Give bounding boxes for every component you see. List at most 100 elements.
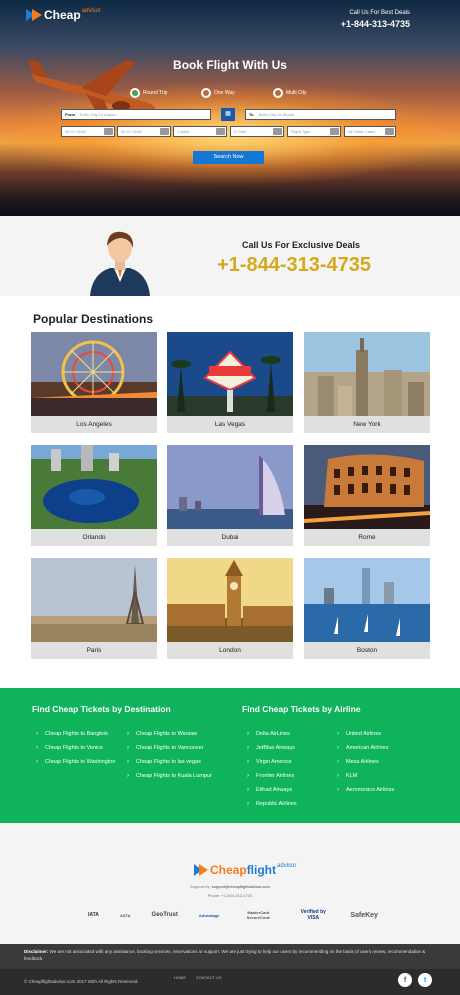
to-field[interactable]: To Enter City Or Airport — [245, 109, 396, 120]
airline-link[interactable]: Virgin America — [247, 758, 327, 767]
footer-link-contact[interactable]: CONTACT US — [196, 975, 222, 980]
iata-badge: IATA — [88, 912, 99, 918]
new-york-image — [304, 332, 430, 416]
flight-type-select[interactable]: Flight Type — [287, 126, 341, 137]
calendar-icon[interactable] — [104, 128, 113, 135]
return-date: 30-07-2018 — [121, 129, 142, 134]
airline-link[interactable]: Republic Airlines — [247, 800, 327, 809]
destination-card-london[interactable]: London — [167, 558, 293, 659]
support-line: Support by: support@cheapflightadvisor.c… — [0, 884, 460, 889]
trip-round[interactable]: Round Trip — [130, 88, 167, 98]
dest-links-col2: Cheap Flights to Warsaw Cheap Flights to… — [127, 730, 222, 786]
destination-card-rome[interactable]: Rome — [304, 445, 430, 546]
dest-link[interactable]: Cheap Flights to Kuala Lumpur — [127, 772, 222, 781]
las-vegas-image — [167, 332, 293, 416]
return-date-field[interactable]: 30-07-2018 — [117, 126, 171, 137]
deals-phone[interactable]: +1-844-313-4735 — [217, 254, 371, 277]
cabin-select[interactable]: All Class-Cabin — [344, 126, 396, 137]
airline-link[interactable]: Mesa Airlines — [337, 758, 432, 767]
airline-links-col2: United Airlines American Airlines Mesa A… — [337, 730, 432, 800]
chevron-down-icon[interactable] — [273, 128, 282, 135]
chevron-down-icon[interactable] — [330, 128, 339, 135]
destination-card-orlando[interactable]: Orlando — [31, 445, 157, 546]
footer-logo-subtext: advisor — [277, 863, 297, 869]
airline-link[interactable]: United Airlines — [337, 730, 432, 739]
footer-link-home[interactable]: HOME — [174, 975, 186, 980]
airline-link[interactable]: Etihad Airways — [247, 786, 327, 795]
trip-oneway[interactable]: One Way — [201, 88, 235, 98]
airline-link[interactable]: Aeromexico Airlines — [337, 786, 432, 795]
header-call-block: Call Us For Best Deals +1-844-313-4735 — [341, 10, 410, 29]
destination-name: Dubai — [167, 529, 293, 546]
orlando-image — [31, 445, 157, 529]
facebook-icon[interactable]: f — [398, 973, 412, 987]
calendar-icon[interactable]: ▦ — [221, 108, 235, 121]
search-title: Book Flight With Us — [173, 58, 287, 72]
asta-badge: ASTA — [119, 912, 131, 918]
airline-link[interactable]: JetBlue Airways — [247, 744, 327, 753]
depart-date: 26-07-2018 — [65, 129, 86, 134]
dest-link[interactable]: Cheap Flights to Bangkok — [36, 730, 120, 739]
radio-icon[interactable] — [201, 88, 211, 98]
site-logo[interactable]: Cheap advisor — [26, 8, 101, 22]
destination-card-los-angeles[interactable]: Los Angeles — [31, 332, 157, 433]
geotrust-badge: GeoTrust — [151, 912, 178, 918]
dest-link[interactable]: Cheap Flights to Vancouver — [127, 744, 222, 753]
airline-link[interactable]: Delta AirLines — [247, 730, 327, 739]
from-label: From — [65, 112, 75, 117]
trip-multicity[interactable]: Multi City — [273, 88, 307, 98]
destination-name: Rome — [304, 529, 430, 546]
dest-link[interactable]: Cheap Flights to Washington — [36, 758, 120, 767]
from-placeholder: Enter City Or Airport — [80, 112, 116, 117]
depart-date-field[interactable]: 26-07-2018 — [61, 126, 115, 137]
destination-name: Los Angeles — [31, 416, 157, 433]
destination-card-new-york[interactable]: New York — [304, 332, 430, 433]
logo-text: Cheap — [44, 8, 81, 22]
airline-link[interactable]: KLM — [337, 772, 432, 781]
radio-icon[interactable] — [273, 88, 283, 98]
mastercard-badge: MasterCard SecureCode — [246, 910, 270, 920]
destination-name: Orlando — [31, 529, 157, 546]
footer-logo[interactable]: Cheap flight advisor — [194, 863, 296, 877]
visa-badge: Verified by VISA — [300, 909, 326, 921]
copyright-bar: © Cheapflightadvisor.com 2017 With All R… — [0, 969, 460, 995]
twitter-icon[interactable]: t — [418, 973, 432, 987]
adults-select[interactable]: 1 Adult — [173, 126, 227, 137]
destination-name: Las Vegas — [167, 416, 293, 433]
footer-logo-text2: flight — [246, 863, 277, 877]
airline-links-title: Find Cheap Tickets by Airline — [242, 704, 361, 714]
calendar-icon[interactable] — [160, 128, 169, 135]
dest-link[interactable]: Cheap Flights to Warsaw — [127, 730, 222, 739]
chevron-down-icon[interactable] — [385, 128, 394, 135]
airline-link[interactable]: American Airlines — [337, 744, 432, 753]
radio-checked-icon[interactable] — [130, 88, 140, 98]
destination-card-dubai[interactable]: Dubai — [167, 445, 293, 546]
cheap-tickets-links: Find Cheap Tickets by Destination Cheap … — [0, 688, 460, 823]
support-label: Support by: — [190, 884, 211, 889]
airline-link[interactable]: Frontier Airlines — [247, 772, 327, 781]
disclaimer-label: Disclaimer: — [24, 949, 49, 954]
footer-phone: Phone: +1-844-313-4730 — [207, 893, 253, 898]
children-select[interactable]: 0 Child — [230, 126, 284, 137]
paris-image — [31, 558, 157, 642]
children-value: 0 Child — [234, 129, 247, 134]
destination-card-las-vegas[interactable]: Las Vegas — [167, 332, 293, 433]
destination-card-boston[interactable]: Boston — [304, 558, 430, 659]
deals-label: Call Us For Exclusive Deals — [242, 240, 361, 250]
destination-name: Boston — [304, 642, 430, 659]
los-angeles-image — [31, 332, 157, 416]
dubai-image — [167, 445, 293, 529]
logo-mark-icon — [194, 864, 208, 876]
support-email[interactable]: support@cheapflightadvisor.com — [212, 884, 270, 889]
agent-avatar — [90, 231, 150, 296]
to-placeholder: Enter City Or Airport — [258, 112, 295, 117]
exclusive-deals-band: Call Us For Exclusive Deals +1-844-313-4… — [0, 216, 460, 296]
adults-value: 1 Adult — [177, 129, 190, 134]
from-field[interactable]: From Enter City Or Airport — [61, 109, 211, 120]
dest-link[interactable]: Cheap Flights to Venice — [36, 744, 120, 753]
destination-card-paris[interactable]: Paris — [31, 558, 157, 659]
search-now-button[interactable]: Search Now — [193, 151, 264, 164]
dest-link[interactable]: Cheap Flights to las vegas — [127, 758, 222, 767]
chevron-down-icon[interactable] — [216, 128, 225, 135]
header-phone[interactable]: +1-844-313-4735 — [341, 19, 410, 29]
